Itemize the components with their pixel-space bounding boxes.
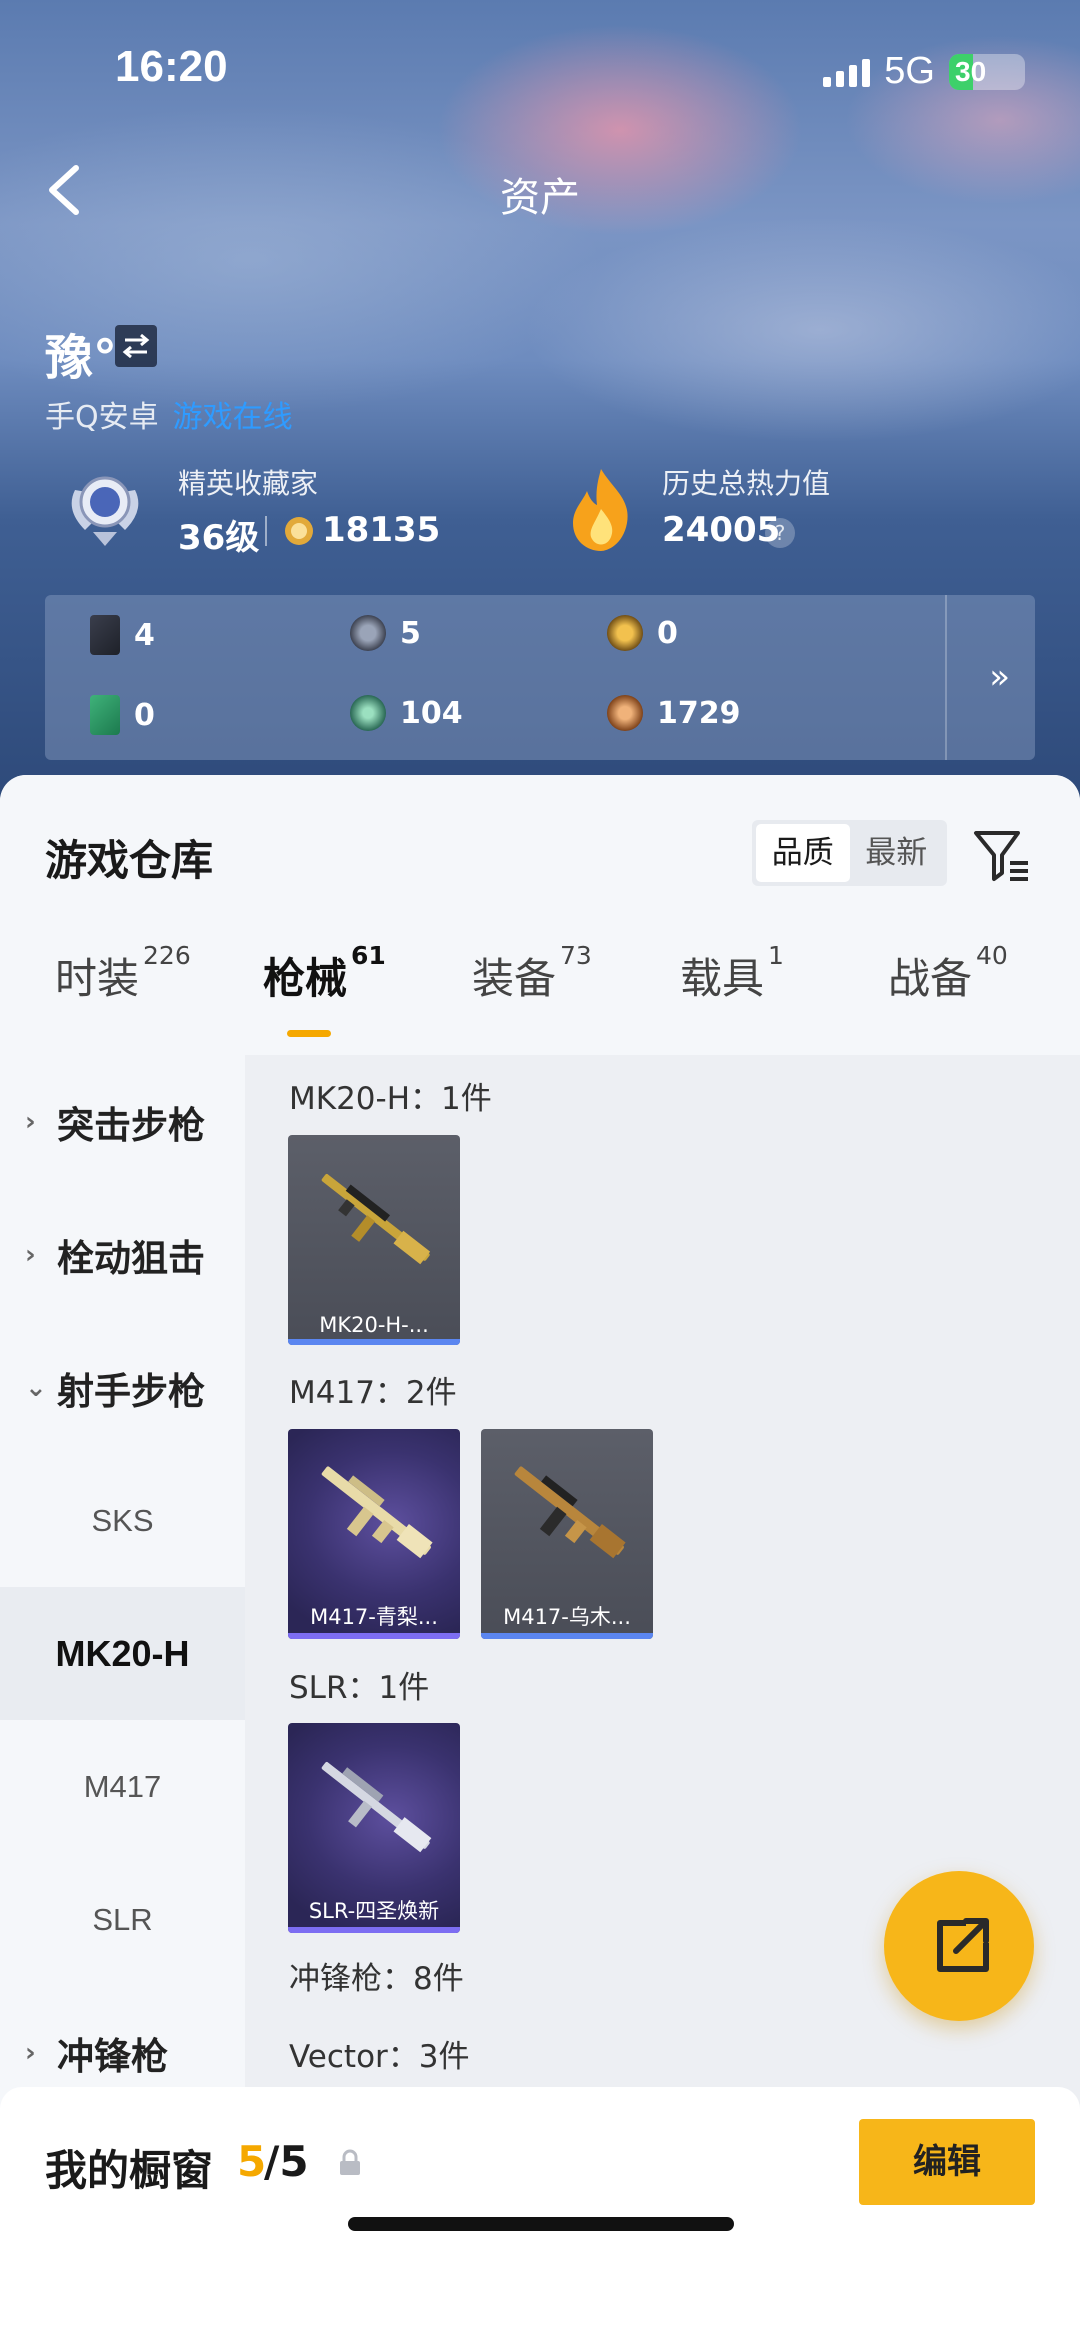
sort-quality-option[interactable]: 品质 [756,824,850,882]
collector-level: 36级 [178,518,260,558]
rarity-bar [288,1633,460,1639]
weapon-item[interactable]: M417-乌木... [481,1429,653,1639]
collector-points: 18135 [322,510,441,550]
stat-item: 0 [607,615,678,651]
sidebar-item-m417[interactable]: M417 [0,1720,245,1853]
weapon-name: MK20-H-... [319,1313,429,1337]
warehouse-title: 游戏仓库 [45,836,214,885]
sort-toggle[interactable]: 品质 最新 [752,820,947,886]
stat-value: 4 [134,617,155,653]
active-tab-indicator [287,1030,331,1037]
filter-icon[interactable] [972,825,1032,885]
rarity-bar [288,1339,460,1345]
user-name: 豫° [45,330,118,386]
signal-icon [823,57,871,87]
share-button[interactable] [884,1871,1034,2021]
tab-supplies[interactable]: 战备 40 [888,941,1008,1006]
platform-label: 手Q安卓 [45,400,159,435]
chevron-right-icon: › [25,1106,36,1137]
sidebar-item-mk20h[interactable]: MK20-H [0,1587,245,1720]
showcase-count: 5 [237,2137,267,2186]
stat-value: 0 [657,615,678,651]
bronze-medal-icon [607,695,643,731]
rifle-icon [321,1762,432,1853]
divider [265,516,267,546]
card-grey-icon [90,615,120,655]
sort-newest-option[interactable]: 最新 [850,824,944,882]
rifle-icon [514,1466,626,1559]
rarity-bar [288,1927,460,1933]
status-time: 16:20 [115,42,228,91]
showcase-total: /5 [264,2137,309,2186]
rarity-bar [481,1633,653,1639]
stat-value: 104 [400,695,463,731]
silver-medal-icon [350,615,386,651]
lock-icon [340,2149,360,2175]
stat-item: 0 [90,695,155,735]
swap-icon[interactable] [115,325,157,367]
battery-icon: 30 [949,53,1025,90]
weapon-item[interactable]: M417-青梨... [288,1429,460,1639]
gold-medal-icon [607,615,643,651]
weapon-name: M417-青梨... [310,1605,438,1629]
sidebar-item-bolt-action[interactable]: › 栓动狙击 [0,1188,245,1321]
stat-item: 1729 [607,695,741,731]
heat-title: 历史总热力值 [662,467,831,500]
sidebar-item-assault-rifles[interactable]: › 突击步枪 [0,1055,245,1188]
sidebar-item-sks[interactable]: SKS [0,1454,245,1587]
heat-value: 24005 [662,510,781,550]
tab-vehicles[interactable]: 载具 1 [680,941,784,1006]
platform-info: 手Q安卓 游戏在线 [45,392,293,436]
stat-item: 5 [350,615,421,651]
page-title: 资产 [500,175,580,221]
stat-value: 0 [134,697,155,733]
tab-weapons[interactable]: 枪械 61 [263,941,386,1006]
group-label: M417：2件 [289,1375,457,1411]
group-label: SLR：1件 [289,1670,430,1706]
asset-stats-panel[interactable]: 4 5 0 0 104 1729 » [45,595,1035,760]
showcase-bar: 我的橱窗 5 /5 编辑 [0,2087,1080,2337]
stat-value: 5 [400,615,421,651]
collector-badge-icon [71,476,139,546]
rifle-icon [321,1466,433,1559]
edit-button[interactable]: 编辑 [859,2119,1035,2205]
points-coin-icon [285,517,313,545]
collector-title: 精英收藏家 [178,467,319,500]
showcase-label: 我的橱窗 [45,2146,214,2195]
group-label: 冲锋枪：8件 [289,1961,464,1997]
green-orb-icon [350,695,386,731]
divider [945,595,947,760]
chevron-right-icon: › [25,2037,36,2068]
network-type: 5G [884,50,935,92]
weapon-item[interactable]: SLR-四圣焕新 [288,1723,460,1933]
chevron-right-icon: › [25,1239,36,1270]
help-icon[interactable]: ? [765,518,795,548]
stat-value: 1729 [657,695,741,731]
double-chevron-right-icon[interactable]: » [989,657,1010,697]
rifle-icon [321,1174,431,1265]
weapon-name: SLR-四圣焕新 [308,1899,440,1923]
online-status: 游戏在线 [172,400,293,435]
warehouse-header: 游戏仓库 品质 最新 时装 226 枪械 61 装备 73 载具 1 战备 40 [0,775,1080,1055]
home-indicator [348,2217,734,2231]
card-green-icon [90,695,120,735]
group-label: Vector：3件 [289,2039,470,2075]
fire-icon [573,469,628,551]
chevron-down-icon: ⌄ [25,1372,47,1403]
stat-item: 104 [350,695,463,731]
tab-fashion[interactable]: 时装 226 [55,941,191,1006]
weapon-name: M417-乌木... [503,1605,631,1629]
sidebar-item-slr[interactable]: SLR [0,1853,245,1986]
status-indicators: 5G 30 [823,50,1025,93]
stat-item: 4 [90,615,155,655]
tab-equipment[interactable]: 装备 73 [472,941,592,1006]
category-tabs: 时装 226 枪械 61 装备 73 载具 1 战备 40 [0,941,1080,1045]
group-label: MK20-H：1件 [289,1081,492,1117]
sidebar-item-marksman-rifles[interactable]: ⌄ 射手步枪 [0,1321,245,1454]
battery-level: 30 [955,55,987,87]
weapon-item[interactable]: MK20-H-... [288,1135,460,1345]
